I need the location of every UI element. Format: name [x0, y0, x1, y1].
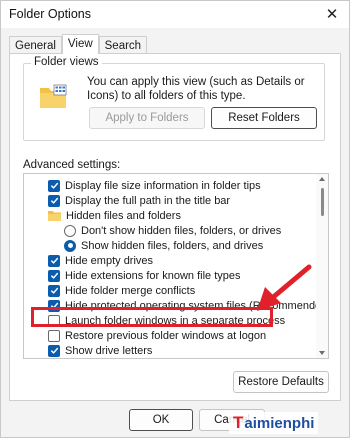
folder-options-window: Folder Options ✕ General View Search Fol…	[0, 0, 350, 438]
list-item-label: Hide extensions for known file types	[65, 269, 241, 282]
check-icon	[50, 182, 58, 189]
list-item[interactable]: Show drive letters	[48, 343, 152, 358]
title-bar: Folder Options ✕	[1, 1, 349, 28]
list-item-label: Hidden files and folders	[66, 209, 181, 222]
check-icon	[50, 272, 58, 279]
checkbox-checked[interactable]	[48, 344, 60, 357]
scroll-down-icon[interactable]	[319, 351, 325, 355]
radio-unselected[interactable]	[64, 224, 76, 237]
list-item-group: Hidden files and folders	[48, 208, 181, 223]
tab-search[interactable]: Search	[98, 36, 148, 54]
folder-views-description: You can apply this view (such as Details…	[87, 76, 305, 102]
list-item-label: Display file size information in folder …	[65, 179, 261, 192]
close-button[interactable]: ✕	[319, 3, 345, 25]
watermark-logo: Taimienphi	[229, 412, 319, 434]
list-item-label: Show hidden files, folders, and drives	[81, 239, 264, 252]
list-item[interactable]: Launch folder windows in a separate proc…	[48, 313, 285, 328]
check-icon	[50, 257, 58, 264]
list-item-label: Display the full path in the title bar	[65, 194, 231, 207]
list-item-label: Launch folder windows in a separate proc…	[65, 314, 286, 327]
window-title: Folder Options	[9, 7, 91, 21]
checkbox-unchecked[interactable]	[48, 314, 60, 327]
apply-to-folders-button[interactable]: Apply to Folders	[89, 107, 205, 129]
scroll-up-icon[interactable]	[319, 177, 325, 181]
list-item[interactable]: Don't show hidden files, folders, or dri…	[64, 223, 281, 238]
advanced-settings-list[interactable]: Display file size information in folder …	[23, 173, 329, 359]
watermark-lead: T	[233, 413, 244, 432]
check-icon	[50, 287, 58, 294]
watermark-text: aimienphi	[244, 414, 315, 432]
list-item-label: Show drive letters	[65, 344, 153, 357]
folder-views-label: Folder views	[31, 56, 102, 68]
folder-icon	[40, 84, 67, 108]
close-icon: ✕	[325, 6, 339, 23]
list-item[interactable]: Restore previous folder windows at logon	[48, 328, 266, 343]
list-item[interactable]: Display file size information in folder …	[48, 178, 261, 193]
radio-selected[interactable]	[64, 239, 76, 252]
list-item-label: Hide empty drives	[65, 254, 154, 267]
list-item-label: Hide folder merge conflicts	[65, 284, 196, 297]
checkbox-checked[interactable]	[48, 179, 60, 192]
list-item-label: Restore previous folder windows at logon	[65, 329, 267, 342]
scrollbar[interactable]	[316, 174, 328, 358]
checkbox-checked[interactable]	[48, 269, 60, 282]
checkbox-checked[interactable]	[48, 254, 60, 267]
tab-general[interactable]: General	[9, 36, 62, 54]
list-item[interactable]: Hide extensions for known file types	[48, 268, 240, 283]
list-item-label: Hide protected operating system files (R…	[65, 299, 329, 312]
tab-view[interactable]: View	[61, 34, 99, 54]
check-icon	[50, 347, 58, 354]
check-icon	[50, 302, 58, 309]
list-item[interactable]: Hide protected operating system files (R…	[48, 298, 329, 313]
check-icon	[50, 197, 58, 204]
tab-strip: General View Search	[9, 34, 148, 54]
folder-icon	[48, 211, 61, 221]
restore-defaults-button[interactable]: Restore Defaults	[233, 371, 329, 393]
reset-folders-button[interactable]: Reset Folders	[211, 107, 317, 129]
scroll-thumb[interactable]	[321, 188, 324, 216]
list-item[interactable]: Show hidden files, folders, and drives	[64, 238, 263, 253]
list-item-label: Don't show hidden files, folders, or dri…	[81, 224, 282, 237]
checkbox-checked[interactable]	[48, 284, 60, 297]
checkbox-unchecked[interactable]	[48, 329, 60, 342]
checkbox-checked[interactable]	[48, 299, 60, 312]
advanced-settings-label: Advanced settings:	[23, 159, 121, 171]
checkbox-checked[interactable]	[48, 194, 60, 207]
ok-button[interactable]: OK	[129, 409, 193, 431]
list-item[interactable]: Display the full path in the title bar	[48, 193, 230, 208]
list-item[interactable]: Hide folder merge conflicts	[48, 283, 195, 298]
list-item[interactable]: Hide empty drives	[48, 253, 153, 268]
